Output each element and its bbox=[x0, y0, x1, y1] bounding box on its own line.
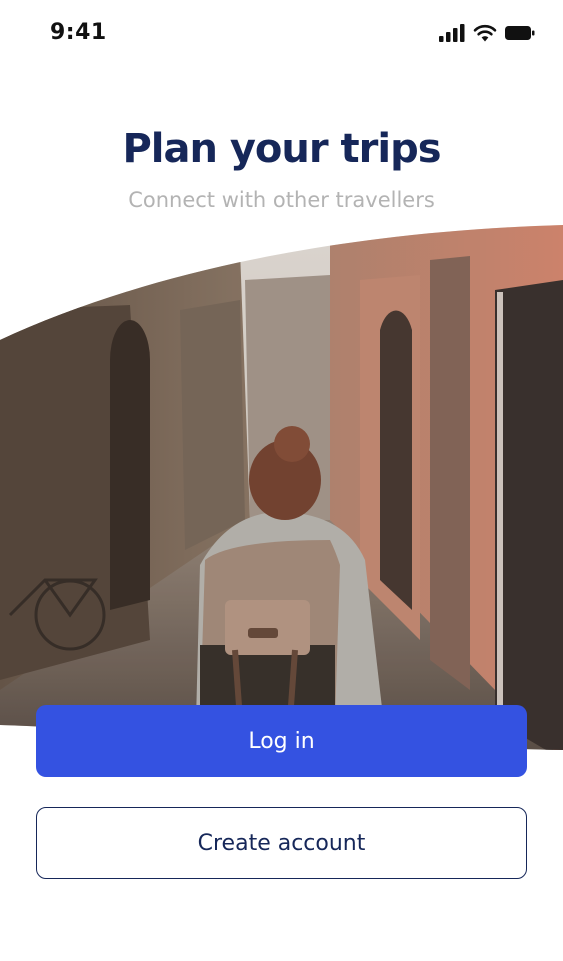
page-title: Plan your trips bbox=[122, 126, 441, 172]
create-account-button[interactable]: Create account bbox=[36, 807, 527, 879]
login-button[interactable]: Log in bbox=[36, 705, 527, 777]
wifi-icon bbox=[473, 24, 497, 42]
hero-image bbox=[0, 225, 563, 750]
status-icons bbox=[439, 24, 535, 42]
onboarding-screen: 9:41 Plan your trips Connect with other … bbox=[0, 0, 563, 961]
status-time: 9:41 bbox=[50, 20, 107, 45]
battery-icon bbox=[505, 26, 535, 40]
page-subtitle: Connect with other travellers bbox=[128, 188, 435, 212]
status-bar: 9:41 bbox=[0, 0, 563, 68]
cellular-signal-icon bbox=[439, 24, 465, 42]
